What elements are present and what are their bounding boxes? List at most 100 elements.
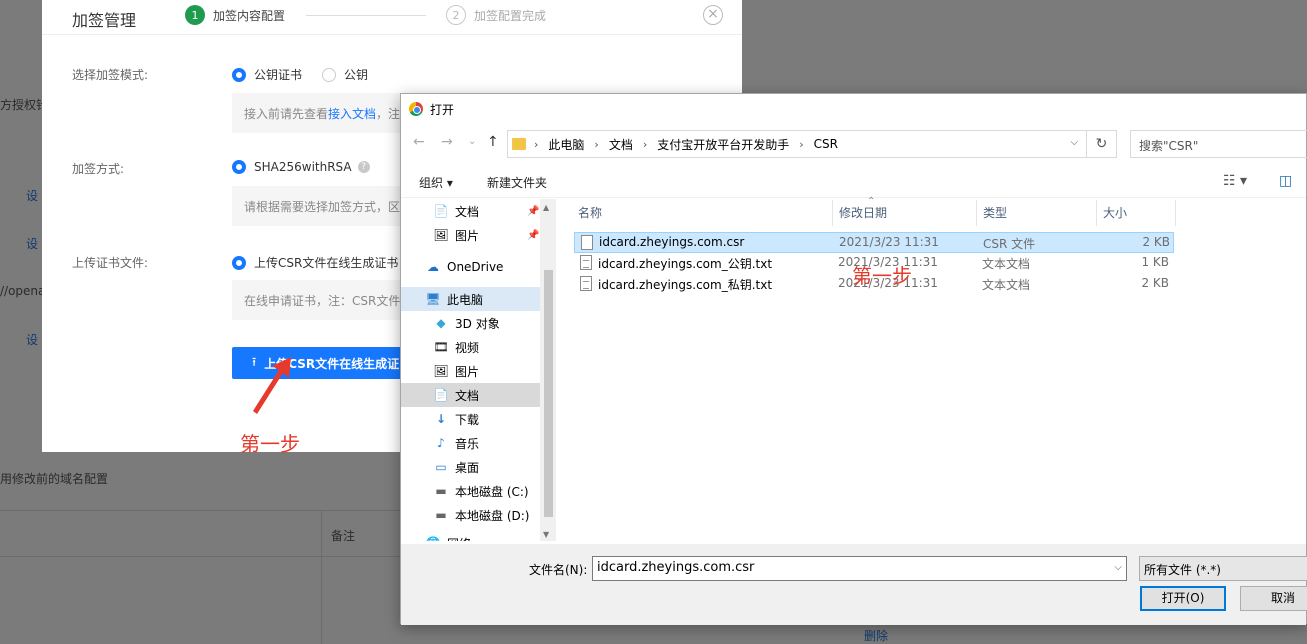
view-options-icon[interactable]: ☷ ▾ <box>1223 173 1247 189</box>
nav-item-downloads[interactable]: ↓ 下载 <box>401 407 540 431</box>
search-input[interactable]: 搜索"CSR" <box>1130 130 1307 158</box>
network-icon: 🌐 <box>425 536 441 541</box>
document-icon: 📄 <box>433 204 449 218</box>
file-list-header: ⌃ 名称 修改日期 类型 大小 <box>572 196 1176 226</box>
chevron-right-icon: › <box>594 137 599 151</box>
desktop-icon: ▭ <box>435 460 447 474</box>
nav-item-videos[interactable]: 🎞 视频 <box>401 335 540 359</box>
nav-item-label: 桌面 <box>455 460 480 475</box>
scroll-down-icon[interactable]: ▼ <box>543 530 549 539</box>
music-icon: ♪ <box>437 436 445 450</box>
nav-item-3d-objects[interactable]: ◆ 3D 对象 <box>401 311 540 335</box>
nav-item-network[interactable]: 🌐 网络 <box>401 531 540 541</box>
file-open-dialog: 打开 ← → ⌄ ↑ › 此电脑 › 文档 › 支付宝开放平台开发助手 › CS… <box>400 93 1307 625</box>
new-folder-button[interactable]: 新建文件夹 <box>487 174 547 191</box>
column-date[interactable]: 修改日期 <box>833 200 977 226</box>
chevron-down-icon[interactable]: ⌵ <box>1114 562 1122 573</box>
nav-item-this-pc[interactable]: 🖥 此电脑 <box>401 287 540 311</box>
dialog-footer: 文件名(N): idcard.zheyings.com.csr ⌵ 所有文件 (… <box>401 544 1307 625</box>
file-size: 2 KB <box>1142 235 1170 249</box>
dialog-title: 打开 <box>430 102 455 117</box>
breadcrumb-alipay-helper[interactable]: 支付宝开放平台开发助手 <box>657 136 789 153</box>
nav-item-label: 图片 <box>455 364 480 379</box>
column-name[interactable]: 名称 <box>572 200 833 226</box>
cloud-icon: ☁ <box>427 260 439 274</box>
back-icon[interactable]: ← <box>413 134 425 150</box>
file-row[interactable]: idcard.zheyings.com.csr 2021/3/23 11:31 … <box>574 232 1174 253</box>
filename-input[interactable]: idcard.zheyings.com.csr ⌵ <box>592 556 1127 581</box>
film-icon: 🎞 <box>433 340 449 354</box>
dialog-titlebar: 打开 <box>401 94 1306 124</box>
pin-icon: 📌 <box>527 229 540 241</box>
picture-icon: 🖼 <box>433 228 449 242</box>
download-icon: ↓ <box>435 412 447 426</box>
nav-item-label: 音乐 <box>455 436 480 451</box>
file-icon <box>581 235 593 250</box>
nav-item-label: 本地磁盘 (D:) <box>455 508 530 523</box>
filename-value: idcard.zheyings.com.csr <box>597 560 755 575</box>
text-file-icon <box>580 276 592 291</box>
nav-item-pictures-quick[interactable]: 🖼 图片 📌 <box>401 223 540 247</box>
open-button[interactable]: 打开(O) <box>1140 586 1226 611</box>
file-type: 文本文档 <box>982 278 1031 292</box>
chevron-right-icon: › <box>534 137 539 151</box>
preview-pane-icon[interactable]: ◫ <box>1279 173 1292 189</box>
nav-item-label: 网络 <box>447 535 471 542</box>
nav-item-pictures[interactable]: 🖼 图片 <box>401 359 540 383</box>
refresh-icon[interactable]: ↻ <box>1087 130 1117 158</box>
file-size: 1 KB <box>1141 255 1169 269</box>
document-icon: 📄 <box>433 388 449 402</box>
filetype-select[interactable]: 所有文件 (*.*) <box>1139 556 1307 581</box>
scroll-up-icon[interactable]: ▲ <box>543 203 549 212</box>
nav-scrollbar-thumb[interactable] <box>544 270 553 517</box>
nav-item-music[interactable]: ♪ 音乐 <box>401 431 540 455</box>
file-date: 2021/3/23 11:31 <box>839 235 939 249</box>
annotation-arrow-left <box>253 357 291 414</box>
annotation-step-label: 第一步 <box>240 432 300 456</box>
pin-icon: 📌 <box>527 205 540 217</box>
chrome-icon <box>409 102 423 116</box>
cube-icon: ◆ <box>436 316 446 330</box>
address-bar[interactable]: › 此电脑 › 文档 › 支付宝开放平台开发助手 › CSR ⌵ <box>507 130 1087 158</box>
navigation-pane: 📄 文档 📌 🖼 图片 📌 ☁ OneDrive 🖥 此电脑 ◆ 3D 对象 🎞 视频 🖼 图… <box>401 199 556 541</box>
nav-item-label: 3D 对象 <box>455 316 500 331</box>
address-row: ← → ⌄ ↑ › 此电脑 › 文档 › 支付宝开放平台开发助手 › CSR ⌵… <box>401 128 1307 160</box>
nav-item-label: 图片 <box>455 228 480 243</box>
nav-item-disk-d[interactable]: ▬ 本地磁盘 (D:) <box>401 503 540 527</box>
computer-icon: 🖥 <box>425 292 441 306</box>
text-file-icon <box>580 255 592 270</box>
drive-icon: ▬ <box>435 484 447 498</box>
picture-icon: 🖼 <box>433 364 449 378</box>
chevron-right-icon: › <box>642 137 648 151</box>
nav-item-documents-quick[interactable]: 📄 文档 📌 <box>401 199 540 223</box>
up-icon[interactable]: ↑ <box>487 134 499 150</box>
column-size[interactable]: 大小 <box>1097 200 1176 226</box>
annotation-step-label-2: 第一步 <box>852 264 912 288</box>
dialog-toolbar: 组织 ▾ 新建文件夹 ☷ ▾ ◫ <box>401 166 1306 198</box>
drive-icon: ▬ <box>435 508 447 522</box>
folder-icon <box>512 138 526 150</box>
breadcrumb-csr[interactable]: CSR <box>814 137 838 151</box>
cancel-button[interactable]: 取消 <box>1240 586 1307 611</box>
file-type: CSR 文件 <box>983 237 1036 251</box>
forward-icon[interactable]: → <box>441 134 453 150</box>
nav-item-onedrive[interactable]: ☁ OneDrive <box>401 255 540 279</box>
file-name: idcard.zheyings.com_私钥.txt <box>598 278 773 292</box>
breadcrumb-documents[interactable]: 文档 <box>609 136 633 153</box>
nav-item-desktop[interactable]: ▭ 桌面 <box>401 455 540 479</box>
nav-item-documents[interactable]: 📄 文档 <box>401 383 540 407</box>
file-name: idcard.zheyings.com.csr <box>599 235 745 249</box>
file-type: 文本文档 <box>982 257 1031 271</box>
file-name: idcard.zheyings.com_公钥.txt <box>598 257 773 271</box>
organize-button[interactable]: 组织 ▾ <box>419 174 453 191</box>
filename-label: 文件名(N): <box>529 563 588 577</box>
nav-item-disk-c[interactable]: ▬ 本地磁盘 (C:) <box>401 479 540 503</box>
column-type[interactable]: 类型 <box>977 200 1097 226</box>
chevron-right-icon: › <box>799 137 804 151</box>
chevron-down-icon[interactable]: ⌵ <box>1070 137 1078 148</box>
nav-item-label: 文档 <box>455 204 480 219</box>
nav-item-label: 本地磁盘 (C:) <box>455 484 529 499</box>
nav-item-label: OneDrive <box>447 260 504 274</box>
recent-locations-icon[interactable]: ⌄ <box>468 136 476 147</box>
breadcrumb-this-pc[interactable]: 此电脑 <box>548 136 584 153</box>
